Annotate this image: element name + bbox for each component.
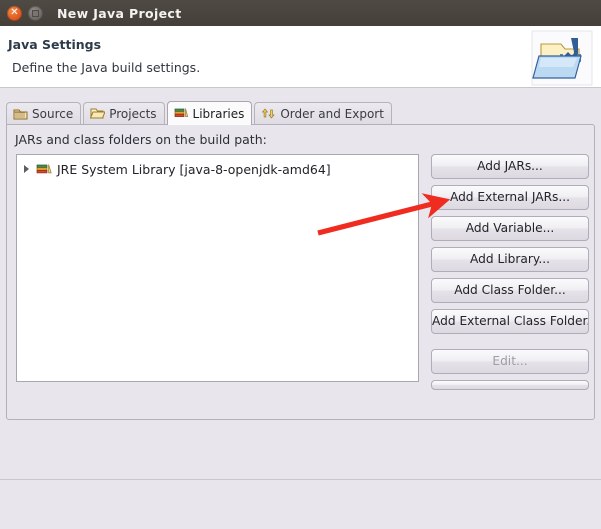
tree-row-label: JRE System Library [java-8-openjdk-amd64… [57, 161, 331, 177]
tab-source[interactable]: Source [6, 102, 82, 125]
maximize-button[interactable] [28, 5, 43, 21]
window-title: New Java Project [57, 5, 182, 21]
new-java-project-dialog: ✕ New Java Project Java Settings Define … [0, 0, 601, 529]
source-package-icon [13, 106, 28, 123]
tab-libraries[interactable]: Libraries [166, 101, 253, 125]
chevron-right-icon[interactable] [21, 164, 32, 175]
wizard-header: Java Settings Define the Java build sett… [0, 26, 601, 88]
tab-libraries-label: Libraries [192, 106, 245, 121]
add-external-class-folder-button[interactable]: Add External Class Folder... [431, 309, 589, 334]
add-library-button[interactable]: Add Library... [431, 247, 589, 272]
open-folder-icon [89, 106, 106, 123]
tree-row[interactable]: JRE System Library [java-8-openjdk-amd64… [17, 159, 418, 179]
add-external-jars-button[interactable]: Add External JARs... [431, 185, 589, 210]
header-separator [0, 89, 601, 101]
build-path-tree[interactable]: JRE System Library [java-8-openjdk-amd64… [16, 154, 419, 382]
tab-projects[interactable]: Projects [83, 102, 165, 125]
tab-source-label: Source [32, 107, 74, 121]
edit-button: Edit... [431, 349, 589, 374]
java-project-folder-icon [531, 30, 593, 86]
tab-bar: Source Projects Libraries Order and Expo… [6, 101, 595, 125]
tab-projects-label: Projects [109, 107, 157, 121]
close-button[interactable]: ✕ [7, 5, 22, 21]
order-arrows-icon [261, 106, 276, 123]
clipped-action-button[interactable] [431, 380, 589, 390]
libraries-tab-panel: JARs and class folders on the build path… [6, 124, 595, 420]
tab-order-and-export[interactable]: Order and Export [254, 102, 392, 125]
libraries-books-icon [174, 105, 189, 122]
add-jars-button[interactable]: Add JARs... [431, 154, 589, 179]
libraries-books-icon [36, 161, 53, 178]
page-subtitle: Define the Java build settings. [12, 60, 201, 75]
tab-order-and-export-label: Order and Export [280, 107, 384, 121]
add-variable-button[interactable]: Add Variable... [431, 216, 589, 241]
build-path-label: JARs and class folders on the build path… [15, 132, 267, 147]
dialog-footer: ? < Back Next > Cancel Finish https://bl… [0, 480, 601, 529]
library-actions: Add JARs... Add External JARs... Add Var… [431, 154, 589, 390]
title-bar: ✕ New Java Project [0, 0, 601, 26]
add-class-folder-button[interactable]: Add Class Folder... [431, 278, 589, 303]
page-title: Java Settings [8, 37, 102, 52]
